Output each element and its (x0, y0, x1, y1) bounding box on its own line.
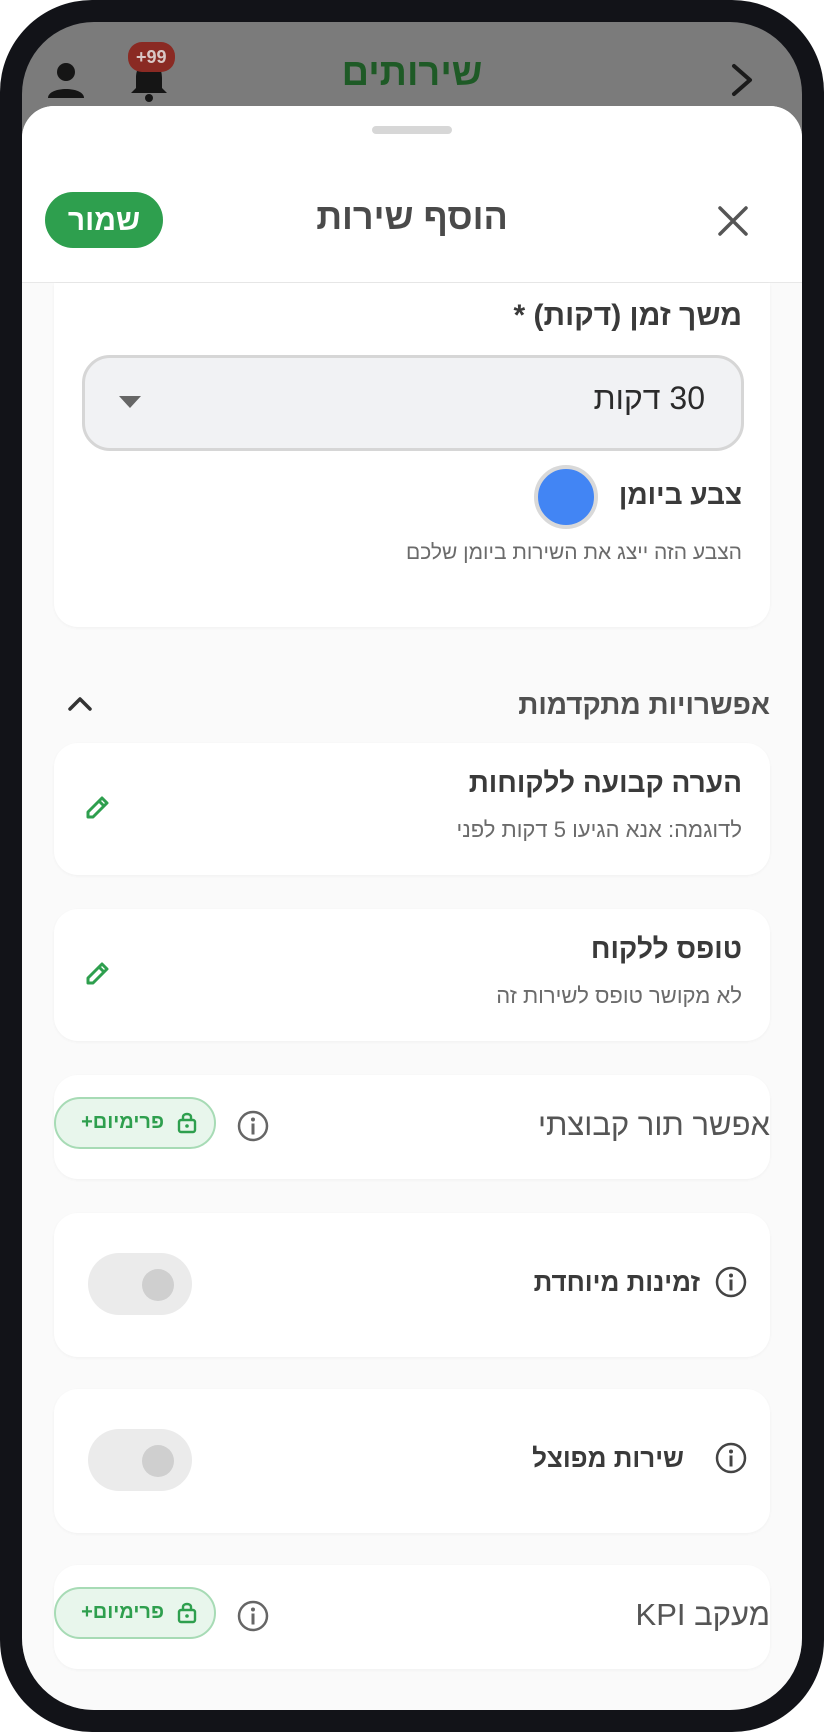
lock-icon (177, 1112, 197, 1134)
kpi-tracking-card: מעקב KPI פרימיום+ (54, 1565, 770, 1669)
customer-note-card[interactable]: הערה קבועה ללקוחות לדוגמה: אנא הגיעו 5 ד… (54, 743, 770, 875)
customer-form-title: טופס ללקוח (590, 933, 742, 964)
customer-note-title: הערה קבועה ללקוחות (468, 767, 742, 798)
calendar-color-hint: הצבע הזה ייצג את השירות ביומן שלכם (406, 541, 742, 564)
customer-note-placeholder: לדוגמה: אנא הגיעו 5 דקות לפני (456, 817, 742, 842)
premium-badge[interactable]: פרימיום+ (54, 1587, 216, 1639)
screen: שירותים +99 שמור הוסף שירות משך זמן (דקו… (22, 22, 802, 1710)
duration-label: משך זמן (דקות) * (513, 299, 742, 332)
duration-value: 30 דקות (593, 380, 705, 416)
sheet-header: שמור הוסף שירות (22, 106, 802, 283)
calendar-color-picker[interactable] (534, 465, 598, 529)
premium-label: פרימיום+ (81, 1601, 164, 1623)
info-icon[interactable] (236, 1109, 270, 1143)
drag-handle[interactable] (372, 126, 452, 134)
notification-badge: +99 (128, 42, 175, 72)
special-availability-label: זמינות מיוחדת (533, 1267, 700, 1297)
toggle-knob (142, 1445, 174, 1477)
customer-form-card[interactable]: טופס ללקוח לא מקושר טופס לשירות זה (54, 909, 770, 1041)
split-service-toggle[interactable] (88, 1429, 192, 1491)
edit-pencil-icon[interactable] (82, 957, 114, 989)
close-icon[interactable] (716, 204, 750, 238)
premium-label: פרימיום+ (81, 1111, 164, 1133)
premium-badge[interactable]: פרימיום+ (54, 1097, 216, 1149)
info-icon[interactable] (714, 1441, 748, 1475)
add-service-sheet: שמור הוסף שירות משך זמן (דקות) * 30 דקות… (22, 106, 802, 1710)
lock-icon (177, 1602, 197, 1624)
kpi-tracking-label: מעקב KPI (635, 1597, 770, 1632)
basic-settings-card: משך זמן (דקות) * 30 דקות צבע ביומן הצבע … (54, 283, 770, 627)
toggle-knob (142, 1269, 174, 1301)
info-icon[interactable] (236, 1599, 270, 1633)
device-frame: שירותים +99 שמור הוסף שירות משך זמן (דקו… (0, 0, 824, 1732)
group-booking-card: אפשר תור קבוצתי פרימיום+ (54, 1075, 770, 1179)
advanced-options-title: אפשרויות מתקדמות (518, 689, 770, 720)
calendar-color-label: צבע ביומן (618, 479, 742, 510)
dropdown-caret-icon (119, 396, 141, 408)
split-service-card: שירות מפוצל (54, 1389, 770, 1533)
split-service-label: שירות מפוצל (532, 1443, 684, 1473)
sheet-title: הוסף שירות (316, 196, 508, 237)
back-chevron-icon[interactable] (722, 60, 762, 100)
duration-select[interactable]: 30 דקות (82, 355, 744, 451)
info-icon[interactable] (714, 1265, 748, 1299)
customer-form-value: לא מקושר טופס לשירות זה (496, 983, 742, 1008)
edit-pencil-icon[interactable] (82, 791, 114, 823)
special-availability-card: זמינות מיוחדת (54, 1213, 770, 1357)
special-availability-toggle[interactable] (88, 1253, 192, 1315)
group-booking-label: אפשר תור קבוצתי (537, 1107, 770, 1142)
user-icon[interactable] (42, 56, 90, 104)
chevron-up-icon[interactable] (66, 693, 94, 713)
